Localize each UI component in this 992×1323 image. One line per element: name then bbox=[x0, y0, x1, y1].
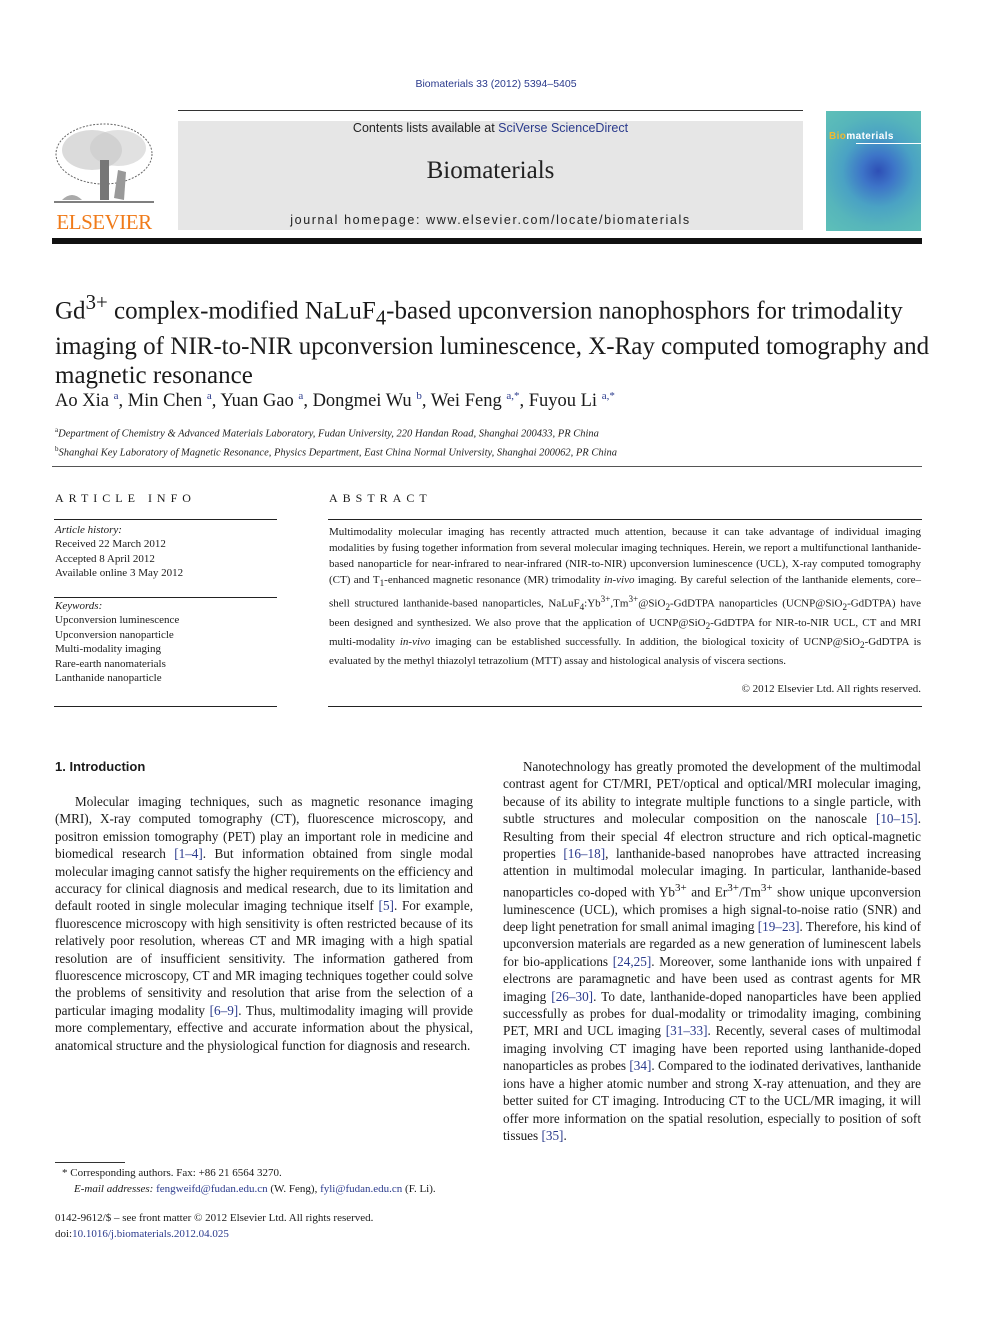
affiliation: aDepartment of Chemistry & Advanced Mate… bbox=[55, 423, 617, 442]
header-thick-rule bbox=[52, 238, 922, 244]
contents-line: Contents lists available at SciVerse Sci… bbox=[178, 121, 803, 135]
journal-cover-image: Biomaterials bbox=[826, 111, 921, 231]
keyword: Multi-modality imaging bbox=[55, 643, 162, 656]
reference-link[interactable]: [10–15] bbox=[876, 811, 918, 826]
author[interactable]: Ao Xia bbox=[55, 391, 109, 411]
article-history: Article history: Received 22 March 2012 … bbox=[55, 523, 183, 581]
divider bbox=[54, 597, 277, 598]
journal-homepage-link[interactable]: journal homepage: www.elsevier.com/locat… bbox=[178, 213, 803, 227]
cover-title-bio: Bio bbox=[829, 131, 847, 142]
affiliation-text: Department of Chemistry & Advanced Mater… bbox=[58, 428, 599, 440]
reference-link[interactable]: [31–33] bbox=[666, 1023, 708, 1038]
header-rule bbox=[178, 110, 803, 111]
reference-link[interactable]: [16–18] bbox=[563, 846, 605, 861]
affiliations: aDepartment of Chemistry & Advanced Mate… bbox=[55, 423, 617, 460]
copyright-notice: © 2012 Elsevier Ltd. All rights reserved… bbox=[741, 683, 921, 695]
divider bbox=[54, 519, 277, 520]
reference-link[interactable]: [19–23] bbox=[758, 919, 800, 934]
tree-icon bbox=[54, 123, 154, 203]
keyword: Lanthanide nanoparticle bbox=[55, 672, 162, 685]
section-heading-introduction: 1. Introduction bbox=[55, 759, 146, 774]
title-superscript: 3+ bbox=[85, 290, 108, 314]
journal-reference-link[interactable]: Biomaterials 33 (2012) 5394–5405 bbox=[0, 78, 992, 90]
history-received: Received 22 March 2012 bbox=[55, 538, 166, 551]
title-text: Gd bbox=[55, 297, 86, 325]
keyword: Upconversion luminescence bbox=[55, 614, 180, 627]
footnote-rule bbox=[55, 1162, 125, 1163]
cover-title-rest: materials bbox=[846, 131, 894, 142]
keyword: Upconversion nanoparticle bbox=[55, 628, 174, 641]
email-link[interactable]: fyli@fudan.edu.cn bbox=[320, 1183, 402, 1195]
article-info-heading: ARTICLE INFO bbox=[55, 491, 196, 505]
article-title: Gd3+ complex-modified NaLuF4-based upcon… bbox=[55, 288, 935, 390]
affiliation: bShanghai Key Laboratory of Magnetic Res… bbox=[55, 442, 617, 461]
contents-prefix: Contents lists available at bbox=[352, 121, 499, 135]
author[interactable]: Wei Feng bbox=[431, 391, 502, 411]
issn-line: 0142-9612/$ – see front matter © 2012 El… bbox=[55, 1212, 374, 1224]
paragraph: Molecular imaging techniques, such as ma… bbox=[55, 794, 474, 1053]
affiliation-mark[interactable]: a,* bbox=[602, 390, 615, 402]
cover-rule bbox=[856, 143, 921, 144]
reference-link[interactable]: [34] bbox=[629, 1058, 651, 1073]
cover-title: Biomaterials bbox=[829, 131, 894, 142]
title-text: complex-modified NaLuF bbox=[107, 297, 376, 325]
affiliation-mark[interactable]: a bbox=[298, 390, 303, 402]
divider bbox=[328, 706, 922, 707]
doi-link[interactable]: 10.1016/j.biomaterials.2012.04.025 bbox=[72, 1228, 229, 1240]
keywords: Keywords: Upconversion luminescence Upco… bbox=[55, 599, 179, 685]
email-label: E-mail addresses: bbox=[74, 1183, 157, 1195]
body-column-left: Molecular imaging techniques, such as ma… bbox=[55, 793, 473, 1054]
email-link[interactable]: fengweifd@fudan.edu.cn bbox=[156, 1183, 268, 1195]
history-label: Article history: bbox=[55, 524, 122, 536]
author[interactable]: Yuan Gao bbox=[220, 391, 293, 411]
divider bbox=[54, 706, 277, 707]
corresponding-author-footnote: * Corresponding authors. Fax: +86 21 656… bbox=[62, 1165, 436, 1197]
journal-masthead: Contents lists available at SciVerse Sci… bbox=[178, 121, 803, 230]
affiliation-mark[interactable]: a bbox=[114, 390, 119, 402]
abstract-heading: ABSTRACT bbox=[329, 491, 432, 505]
reference-link[interactable]: [1–4] bbox=[174, 846, 203, 861]
affiliation-mark[interactable]: a bbox=[207, 390, 212, 402]
affiliation-text: Shanghai Key Laboratory of Magnetic Reso… bbox=[58, 447, 618, 458]
paragraph: Nanotechnology has greatly promoted the … bbox=[503, 759, 922, 1143]
elsevier-wordmark: ELSEVIER bbox=[56, 210, 152, 234]
author[interactable]: Min Chen bbox=[128, 391, 203, 411]
affiliation-mark[interactable]: b bbox=[416, 390, 422, 402]
reference-link[interactable]: [5] bbox=[379, 898, 394, 913]
reference-link[interactable]: [26–30] bbox=[551, 989, 593, 1004]
affiliation-mark[interactable]: a,* bbox=[506, 390, 519, 402]
front-matter: 0142-9612/$ – see front matter © 2012 El… bbox=[55, 1211, 373, 1242]
keywords-label: Keywords: bbox=[55, 600, 103, 612]
history-online: Available online 3 May 2012 bbox=[55, 567, 184, 580]
journal-name: Biomaterials bbox=[426, 157, 555, 184]
author-list: Ao Xia a, Min Chen a, Yuan Gao a, Dongme… bbox=[55, 390, 615, 412]
author[interactable]: Fuyou Li bbox=[529, 391, 597, 411]
body-column-right: Nanotechnology has greatly promoted the … bbox=[503, 758, 921, 1144]
title-rule bbox=[52, 466, 922, 467]
divider bbox=[328, 519, 922, 520]
email-line: E-mail addresses: fengweifd@fudan.edu.cn… bbox=[74, 1183, 436, 1195]
sciencedirect-link[interactable]: SciVerse ScienceDirect bbox=[498, 121, 628, 135]
abstract-text: Multimodality molecular imaging has rece… bbox=[329, 526, 922, 668]
history-accepted: Accepted 8 April 2012 bbox=[55, 552, 155, 565]
corresponding-line: * Corresponding authors. Fax: +86 21 656… bbox=[62, 1167, 282, 1179]
doi-line: doi:10.1016/j.biomaterials.2012.04.025 bbox=[55, 1227, 229, 1240]
author[interactable]: Dongmei Wu bbox=[313, 391, 412, 411]
keyword: Rare-earth nanomaterials bbox=[55, 657, 166, 670]
title-subscript: 4 bbox=[375, 305, 387, 330]
reference-link[interactable]: [24,25] bbox=[613, 954, 651, 969]
reference-link[interactable]: [6–9] bbox=[210, 1003, 239, 1018]
reference-link[interactable]: [35] bbox=[541, 1128, 563, 1143]
